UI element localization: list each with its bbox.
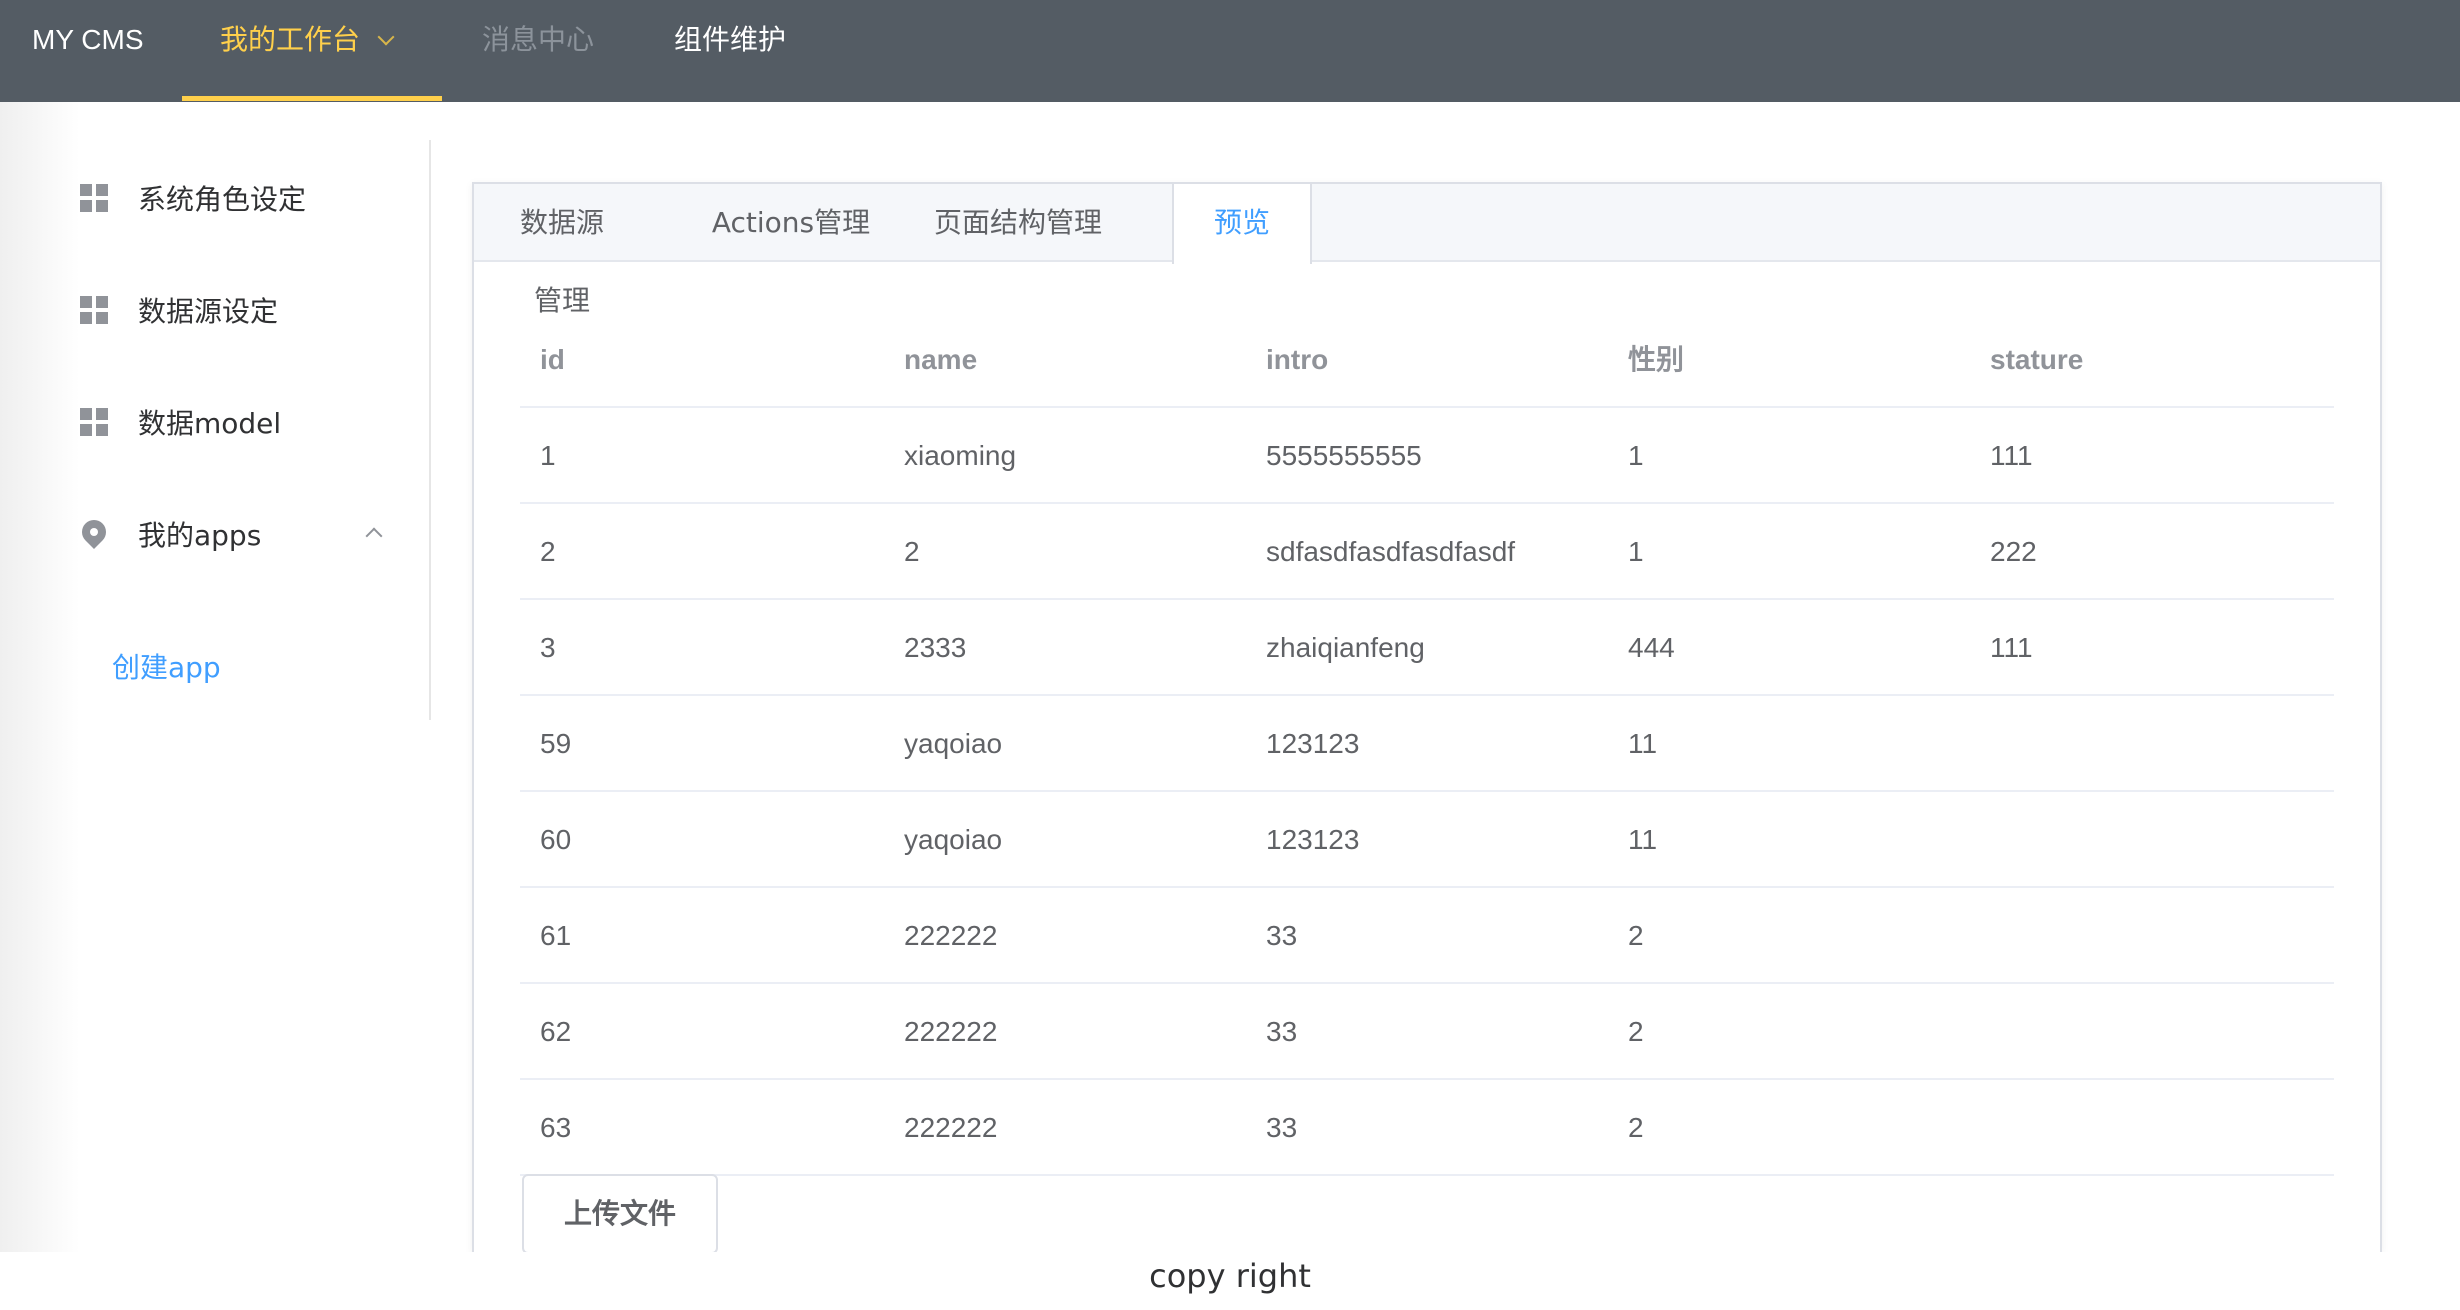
table-cell: 2333 bbox=[904, 632, 967, 663]
nav-item-components[interactable]: 组件维护 bbox=[674, 0, 786, 102]
table-cell: yaqoiao bbox=[904, 824, 1003, 855]
table-row: 62 222222 33 2 bbox=[520, 984, 2334, 1080]
tab-label: 页面结构管理 bbox=[933, 206, 1102, 239]
table-cell: xiaoming bbox=[904, 440, 1017, 471]
table-cell: 111 bbox=[1990, 632, 2033, 663]
grid-icon bbox=[80, 408, 108, 436]
column-header: id bbox=[540, 344, 565, 375]
table-row: 2 2 sdfasdfasdfasdfasdf 1 222 bbox=[520, 504, 2334, 600]
table-cell: 1 bbox=[1628, 440, 1644, 471]
table-cell: 2 bbox=[1628, 1016, 1644, 1047]
table-cell: 33 bbox=[1266, 1112, 1298, 1143]
tab-label: Actions管理 bbox=[711, 206, 871, 239]
brand-logo-text: MY CMS bbox=[32, 24, 144, 55]
page-footer: copy right bbox=[0, 1252, 2460, 1310]
table-cell: 63 bbox=[540, 1112, 572, 1143]
table-cell: 2 bbox=[1628, 920, 1644, 951]
table-cell: 123123 bbox=[1266, 728, 1360, 759]
sidebar-item-label: 我的apps bbox=[138, 519, 262, 552]
table-cell: 1 bbox=[1628, 536, 1644, 567]
sidebar-item-label: 数据model bbox=[138, 407, 282, 440]
tab-preview[interactable]: 预览 bbox=[1172, 184, 1312, 264]
tab-card: 数据源管理 Actions管理 页面结构管理 预览 id name intro … bbox=[472, 182, 2382, 1254]
table-cell: 62 bbox=[540, 1016, 572, 1047]
table-cell: 222 bbox=[1990, 536, 2037, 567]
upload-file-button[interactable]: 上传文件 bbox=[522, 1174, 718, 1254]
table-cell: 111 bbox=[1990, 440, 2033, 471]
tabs-header: 数据源管理 Actions管理 页面结构管理 预览 bbox=[474, 184, 2380, 317]
table-cell: sdfasdfasdfasdfasdf bbox=[1266, 536, 1516, 567]
table-cell: 2 bbox=[540, 536, 556, 567]
nav-item-label: 我的工作台 bbox=[220, 23, 361, 56]
tab-actions-management[interactable]: Actions管理 bbox=[696, 184, 886, 262]
chevron-down-icon bbox=[377, 28, 395, 46]
table-cell: 2 bbox=[1628, 1112, 1644, 1143]
table-row: 3 2333 zhaiqianfeng 444 111 bbox=[520, 600, 2334, 696]
table-cell: 33 bbox=[1266, 1016, 1298, 1047]
sidebar-item-my-apps[interactable]: 我的apps bbox=[77, 504, 400, 564]
table-row: 63 222222 33 2 bbox=[520, 1080, 2334, 1176]
tab-datasource-management[interactable]: 数据源管理 bbox=[474, 184, 610, 317]
table-row: 59 yaqoiao 123123 11 bbox=[520, 696, 2334, 792]
table-cell: 11 bbox=[1628, 824, 1658, 855]
table-cell: 61 bbox=[540, 920, 572, 951]
table-cell: 59 bbox=[540, 728, 572, 759]
column-header: intro bbox=[1266, 344, 1329, 375]
table-cell: 222222 bbox=[904, 920, 998, 951]
table-cell: 222222 bbox=[904, 1112, 998, 1143]
table-cell: 11 bbox=[1628, 728, 1658, 759]
chevron-up-icon bbox=[365, 527, 383, 545]
sidebar-subitem-create-app[interactable]: 创建app bbox=[112, 646, 221, 686]
column-header: 性别 bbox=[1628, 344, 1685, 375]
sidebar-item-role-settings[interactable]: 系统角色设定 bbox=[80, 168, 400, 228]
table-cell: 444 bbox=[1628, 632, 1675, 663]
tab-label: 预览 bbox=[1213, 206, 1270, 239]
grid-icon bbox=[80, 184, 108, 212]
table-cell: 5555555555 bbox=[1266, 440, 1422, 471]
table-row: 61 222222 33 2 bbox=[520, 888, 2334, 984]
tab-page-structure-management[interactable]: 页面结构管理 bbox=[908, 184, 1128, 262]
table-header-row: id name intro 性别 stature bbox=[520, 312, 2334, 408]
sidebar-item-datasource-settings[interactable]: 数据源设定 bbox=[80, 280, 400, 340]
column-header: name bbox=[904, 344, 978, 375]
table-cell: 1 bbox=[540, 440, 556, 471]
table-cell: 123123 bbox=[1266, 824, 1360, 855]
table-cell: 60 bbox=[540, 824, 572, 855]
table-cell: 33 bbox=[1266, 920, 1298, 951]
table-cell: zhaiqianfeng bbox=[1266, 632, 1425, 663]
table-cell: 3 bbox=[540, 632, 556, 663]
sidebar-item-label: 系统角色设定 bbox=[138, 183, 307, 216]
sidebar-item-data-model[interactable]: 数据model bbox=[80, 392, 400, 452]
location-pin-icon bbox=[77, 515, 111, 549]
table-cell: 2 bbox=[904, 536, 920, 567]
grid-icon bbox=[80, 296, 108, 324]
sidebar-item-label: 数据源设定 bbox=[138, 295, 279, 328]
table-row: 1 xiaoming 5555555555 1 111 bbox=[520, 408, 2334, 504]
column-header: stature bbox=[1990, 344, 2084, 375]
nav-active-indicator bbox=[182, 96, 442, 101]
table-cell: yaqoiao bbox=[904, 728, 1003, 759]
table-row: 60 yaqoiao 123123 11 bbox=[520, 792, 2334, 888]
table-cell: 222222 bbox=[904, 1016, 998, 1047]
top-nav-bar: MY CMS 我的工作台 消息中心 组件维护 bbox=[0, 0, 2460, 102]
nav-item-messages: 消息中心 bbox=[482, 23, 595, 56]
sidebar-divider bbox=[429, 140, 431, 720]
nav-item-workbench[interactable]: 我的工作台 bbox=[220, 0, 395, 102]
